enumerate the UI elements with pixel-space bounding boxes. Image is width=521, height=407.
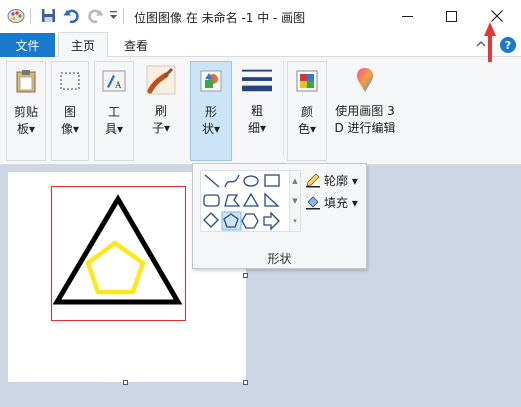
scroll-down-icon[interactable]: ▼ bbox=[290, 191, 300, 211]
red-arrow-annotation bbox=[484, 22, 496, 62]
right-triangle-shape-icon bbox=[264, 192, 280, 207]
scroll-up-icon[interactable]: ▲ bbox=[290, 171, 300, 191]
selection-rectangle bbox=[51, 186, 186, 321]
right-arrow-shape-icon bbox=[263, 211, 280, 231]
diamond-shape-icon bbox=[203, 212, 219, 228]
fill-label: 填充 ▾ bbox=[324, 195, 358, 210]
fill-button[interactable]: 填充 ▾ bbox=[305, 192, 358, 212]
hexagon-shape-icon bbox=[241, 213, 259, 229]
shapes-group-label: 形状 bbox=[267, 252, 292, 266]
pentagon-shape-icon-selected bbox=[221, 211, 242, 231]
outline-button[interactable]: 轮廓 ▾ bbox=[305, 170, 358, 190]
gallery-expand-icon[interactable]: ▾ bbox=[290, 211, 300, 231]
fill-bucket-icon bbox=[306, 196, 320, 210]
shapes-dropdown: ▲ ▼ ▾ 轮廓 ▾ 填充 ▾ 形状 bbox=[192, 163, 367, 269]
rectangle-shape-icon bbox=[264, 174, 280, 187]
oval-shape-icon bbox=[243, 175, 259, 187]
triangle-shape-icon bbox=[242, 192, 260, 207]
gallery-scroll[interactable]: ▲ ▼ ▾ bbox=[289, 170, 301, 232]
line-shape-icon bbox=[204, 174, 220, 188]
outline-label: 轮廓 ▾ bbox=[324, 173, 358, 188]
polygon-shape-icon bbox=[224, 194, 241, 207]
rounded-rectangle-shape-icon bbox=[203, 194, 220, 207]
outline-pencil-icon bbox=[306, 173, 320, 188]
curve-shape-icon bbox=[224, 174, 240, 188]
shapes-gallery bbox=[200, 170, 290, 232]
